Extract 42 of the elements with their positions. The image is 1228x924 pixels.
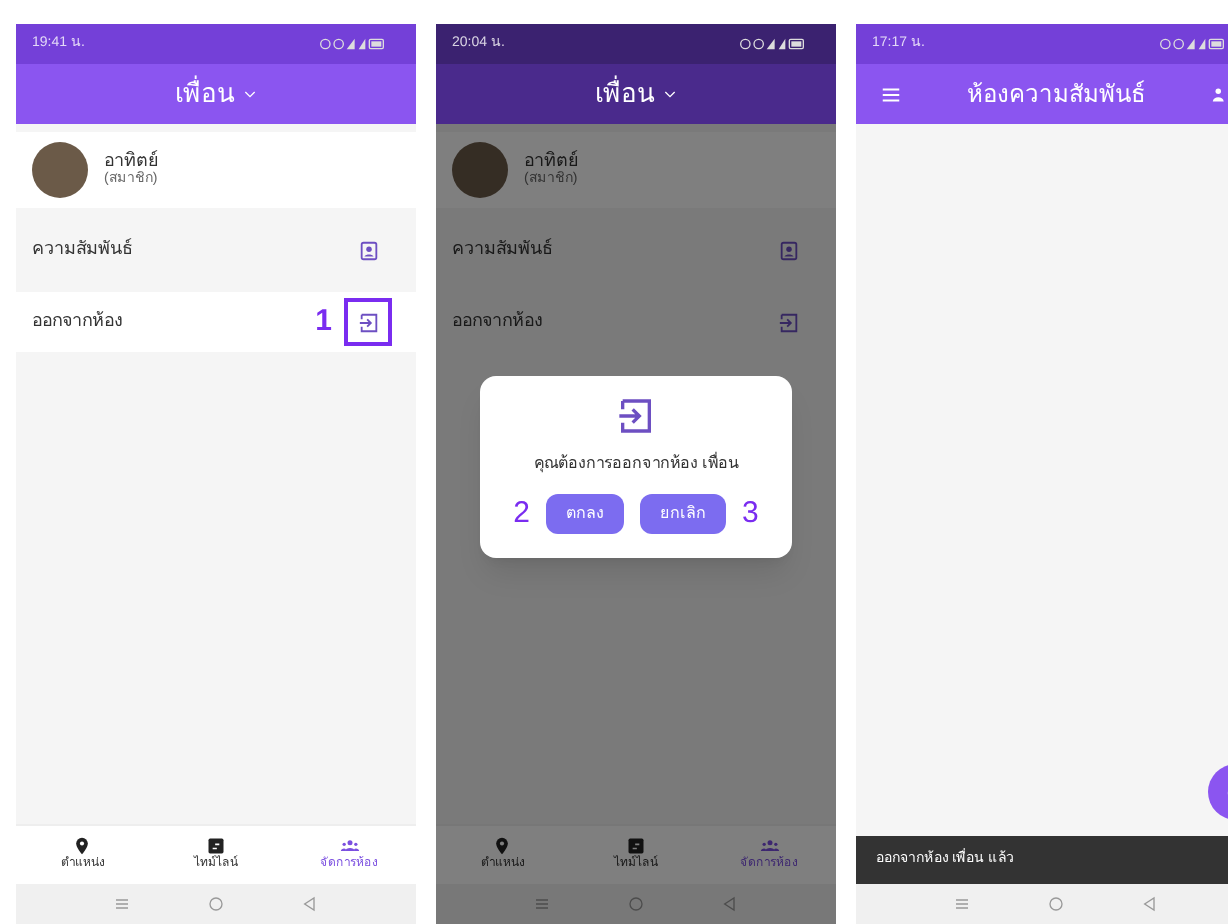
settings-row[interactable]: ออกจากห้อง 1: [16, 292, 416, 352]
home-circle-icon: [627, 896, 644, 912]
menu-icon: [114, 896, 131, 912]
member-name: อาทิตย์: [524, 150, 578, 171]
avatar-placeholder: [32, 142, 88, 198]
dialog-button[interactable]: ตกลง: [546, 494, 624, 535]
dialog-message: คุณต้องการออกจากห้อง เพื่อน: [533, 452, 739, 476]
group-icon: [339, 836, 360, 856]
header-title[interactable]: เพื่อน: [175, 74, 235, 114]
location-pin-icon: [492, 836, 513, 856]
contact-card-icon: [357, 239, 379, 261]
member-name: อาทิตย์: [104, 150, 158, 171]
menu-icon: [954, 896, 971, 912]
menu-icon: [534, 896, 551, 912]
timeline-icon: [206, 836, 226, 856]
header-title[interactable]: เพื่อน: [595, 74, 655, 114]
row-label: ความสัมพันธ์: [452, 236, 552, 263]
back-triangle-icon: [1141, 896, 1158, 912]
callout-number: 1: [315, 301, 332, 342]
home-circle-icon: [207, 896, 224, 912]
avatar-placeholder: [452, 142, 508, 198]
group-icon: [759, 836, 780, 856]
callout-number: 2: [513, 494, 530, 534]
row-label: ออกจากห้อง: [452, 308, 542, 335]
timeline-icon: [626, 836, 646, 856]
chevron-down-icon: [661, 86, 677, 102]
row-label: ออกจากห้อง: [32, 308, 122, 335]
home-circle-icon: [1047, 896, 1064, 912]
exit-icon: [777, 311, 799, 333]
location-pin-icon: [72, 836, 93, 856]
exit-icon: [357, 311, 379, 333]
contact-card-icon: [777, 239, 799, 261]
dialog-button[interactable]: ยกเลิก: [640, 494, 726, 535]
callout-number: 3: [742, 494, 759, 534]
back-triangle-icon: [301, 896, 318, 912]
chevron-down-icon: [241, 86, 257, 102]
menu-icon: [880, 83, 902, 105]
people-icon: [1210, 83, 1228, 105]
row-label: ความสัมพันธ์: [32, 236, 132, 263]
header-title: ห้องความสัมพันธ์: [967, 78, 1145, 112]
back-triangle-icon: [721, 896, 738, 912]
exit-icon: [616, 396, 656, 436]
